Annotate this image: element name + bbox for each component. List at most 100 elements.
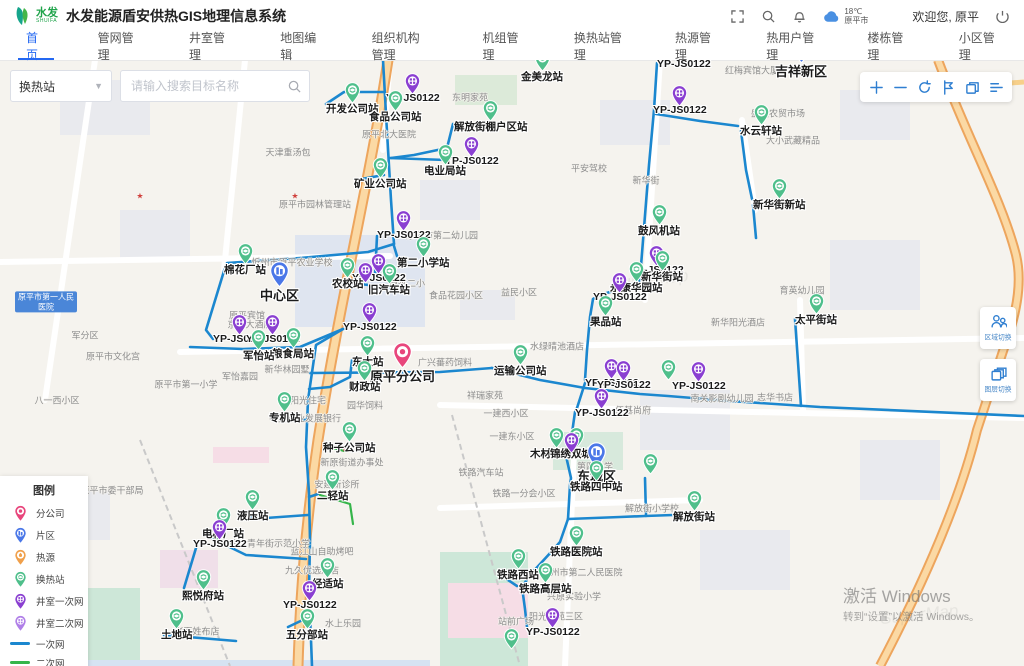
- marker-label: YP-JS0122: [526, 626, 580, 638]
- map-marker-station[interactable]: 种子公司站: [323, 421, 376, 455]
- layer-switch-button[interactable]: 图层切换: [980, 359, 1016, 401]
- map-marker-well1[interactable]: YP-JS0122: [193, 519, 247, 550]
- legend-item-label: 换热站: [36, 572, 65, 586]
- map-marker-station[interactable]: 电业局站: [424, 144, 466, 178]
- map-marker-well1[interactable]: YP-JS0122: [575, 388, 629, 419]
- map-marker-station[interactable]: 新华街新站: [753, 178, 806, 212]
- measure-button[interactable]: [937, 76, 959, 98]
- map-marker-district[interactable]: 中心区: [260, 261, 299, 304]
- basemap-label: 解放街小学校: [625, 502, 679, 515]
- basemap-label: 志华书店: [757, 391, 793, 404]
- region-switch-button[interactable]: 区域切换: [980, 307, 1016, 349]
- legend-item: 换热站: [0, 568, 88, 590]
- layer-list-button[interactable]: [985, 76, 1007, 98]
- map-canvas[interactable]: 妙峰寺东明家苑原平北大医院天津重汤包红梅宾馆大厦盛美农贸市场大小武藏精品平安驾校…: [0, 60, 1024, 666]
- bell-icon[interactable]: [792, 9, 807, 24]
- map-marker-well1[interactable]: YP-JS0122: [343, 302, 397, 333]
- page-title: 水发能源盾安供热GIS地理信息系统: [66, 6, 286, 26]
- map-marker-station[interactable]: 解放街站: [673, 490, 715, 524]
- legend-item: 片区: [0, 524, 88, 546]
- map-marker-well1[interactable]: YP-JS0122: [597, 360, 651, 391]
- basemap-label: 原平北大医院: [362, 128, 416, 141]
- map-marker-well1[interactable]: YP-JS0122: [526, 607, 580, 638]
- map-marker-station[interactable]: 旧汽车站: [368, 263, 410, 297]
- map-marker-well1[interactable]: YP-JS0122: [672, 361, 726, 392]
- nav-tab[interactable]: 小区管理: [933, 32, 1024, 60]
- map-marker-station[interactable]: 鼓风机站: [638, 204, 680, 238]
- map-marker-station[interactable]: 财政站: [349, 360, 381, 394]
- logo: 水发 SHUIFA: [14, 6, 58, 26]
- legend-district-icon: [10, 527, 30, 544]
- nav-tab[interactable]: 换热站管理: [548, 32, 649, 60]
- nav-tab[interactable]: 井室管理: [163, 32, 254, 60]
- basemap-label: 新华街: [632, 174, 659, 187]
- windows-watermark-line2: 转到“设置”以激活 Windows。: [843, 609, 980, 624]
- basemap-label: 一建东小区: [489, 430, 534, 443]
- logout-icon[interactable]: [995, 9, 1010, 24]
- nav-tab[interactable]: 楼栋管理: [841, 32, 932, 60]
- fullscreen-icon[interactable]: [730, 9, 745, 24]
- legend-item: 分公司: [0, 502, 88, 524]
- map-marker-well1[interactable]: YP-JS0122: [653, 85, 707, 116]
- zoom-out-button[interactable]: [889, 76, 911, 98]
- map-marker-station[interactable]: 金美龙站: [521, 60, 563, 84]
- legend-item-label: 二次网: [36, 656, 65, 666]
- map-marker-station[interactable]: 土地站: [161, 608, 193, 642]
- map-search-bar: 换热站 ▼: [10, 70, 310, 102]
- basemap-label: 益民小区: [501, 286, 537, 299]
- map-marker-station[interactable]: 铁路四中站: [570, 460, 623, 494]
- search-icon[interactable]: [761, 9, 776, 24]
- map-marker-station[interactable]: 运输公司站: [494, 344, 547, 378]
- layer-list-icon: [989, 80, 1004, 95]
- map-marker-station[interactable]: 五分部站: [286, 608, 328, 642]
- legend-item: 井室二次网: [0, 612, 88, 634]
- search-category-select[interactable]: 换热站 ▼: [10, 70, 112, 102]
- basemap-label: 原平市园林管理站: [279, 198, 351, 211]
- map-marker-station[interactable]: 专机站: [269, 391, 301, 425]
- map-toolbar: [860, 72, 1012, 102]
- search-input[interactable]: [129, 78, 288, 94]
- basemap-label: 新华阳光酒店: [711, 316, 765, 329]
- map-marker-station[interactable]: 水云轩站: [740, 104, 782, 138]
- map-marker-station[interactable]: 食品公司站: [369, 90, 422, 124]
- map-marker-well1[interactable]: YP-JS0122: [283, 580, 337, 611]
- zoom-in-button[interactable]: [865, 76, 887, 98]
- legend-item: 一次网: [0, 634, 88, 653]
- map-marker-district[interactable]: 吉祥新区: [775, 60, 827, 80]
- map-marker-well1[interactable]: YP-JS0122: [657, 60, 711, 70]
- map-marker-station[interactable]: 铁路医院站: [550, 525, 603, 559]
- marker-label: YP-JS0122: [672, 380, 726, 392]
- map-marker-station[interactable]: 太平街站: [795, 293, 837, 327]
- search-icon[interactable]: [288, 80, 301, 93]
- marker-label: 解放街站: [673, 509, 715, 524]
- nav-tab[interactable]: 热用户管理: [740, 32, 841, 60]
- search-category-value: 换热站: [19, 78, 55, 95]
- nav-tab[interactable]: 地图编辑: [254, 32, 345, 60]
- search-input-wrap: [120, 70, 310, 102]
- reset-view-button[interactable]: [913, 76, 935, 98]
- nav-tab[interactable]: 机组管理: [457, 32, 548, 60]
- map-marker-station[interactable]: 粮食局站: [272, 327, 314, 361]
- side-button-label: 图层切换: [985, 385, 1012, 395]
- nav-tab[interactable]: 管网管理: [72, 32, 163, 60]
- map-marker-station[interactable]: 二轻站: [317, 469, 349, 503]
- nav-tab[interactable]: 组织机构管理: [346, 32, 457, 60]
- map-marker-station[interactable]: 熙悦府站: [182, 569, 224, 603]
- marker-label: YP-JS0122: [653, 104, 707, 116]
- map-marker-station[interactable]: [503, 628, 520, 650]
- map-marker-station[interactable]: 果品站: [590, 295, 622, 329]
- nav-tab[interactable]: 热源管理: [649, 32, 740, 60]
- nav-tab[interactable]: 首页: [0, 32, 72, 60]
- map-marker-station[interactable]: 矿业公司站: [354, 157, 407, 191]
- map-marker-station[interactable]: 铁路高层站: [519, 562, 572, 596]
- layers-button[interactable]: [961, 76, 983, 98]
- legend-item: 热源: [0, 546, 88, 568]
- marker-label: YP-JS0122: [193, 538, 247, 550]
- logo-icon: [14, 6, 32, 26]
- legend-item-label: 分公司: [36, 506, 65, 520]
- legend-item-label: 一次网: [36, 637, 65, 651]
- map-marker-station[interactable]: [642, 453, 659, 475]
- map-marker-station[interactable]: 军怡站: [243, 329, 275, 363]
- map-marker-station[interactable]: 解放街棚户区站: [454, 100, 528, 134]
- legend-item-label: 片区: [36, 528, 55, 542]
